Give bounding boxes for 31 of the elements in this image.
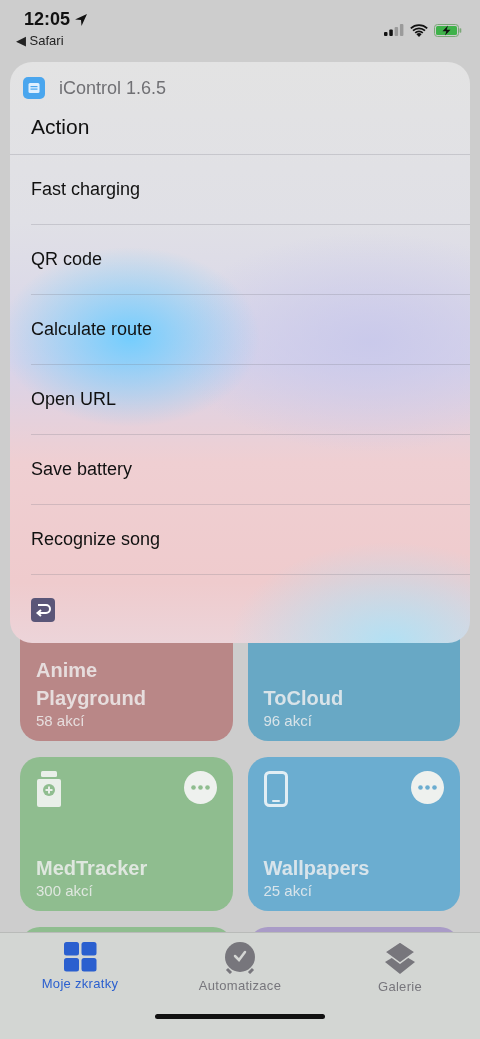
action-count: 300 akcí	[36, 882, 94, 899]
shortcut-name: ToCloud	[263, 686, 345, 711]
action-count: 25 akcí	[263, 882, 313, 899]
app-name: iControl 1.6.5	[59, 77, 167, 99]
status-time: 12:05	[24, 9, 71, 30]
tab[interactable]: Moje zkratky	[0, 942, 160, 994]
menu-item[interactable]: Calculate route	[31, 295, 470, 365]
shortcut-name: MedTracker	[36, 856, 149, 881]
back-to-app-link[interactable]: ◀ Safari	[16, 33, 89, 48]
app-icon	[23, 77, 45, 99]
more-options-icon[interactable]	[183, 771, 217, 804]
signal-icon	[384, 24, 404, 36]
medicine-bottle-icon	[36, 771, 62, 807]
location-arrow-icon	[74, 12, 89, 27]
menu-item[interactable]: Fast charging	[31, 155, 470, 225]
more-options-icon[interactable]	[411, 771, 444, 804]
action-count: 58 akcí	[36, 712, 86, 729]
menu-title: Action	[10, 99, 470, 155]
shortcut-name: Wallpapers	[263, 856, 371, 881]
shortcut-name: Anime Playground	[36, 658, 147, 711]
wifi-icon	[410, 23, 428, 37]
action-count: 96 akcí	[263, 712, 313, 729]
menu-item[interactable]: Recognize song	[31, 505, 470, 575]
menu-item[interactable]: Save battery	[31, 435, 470, 505]
menu-item[interactable]: QR code	[31, 225, 470, 295]
clock-check-icon	[224, 942, 256, 974]
battery-charging-icon	[434, 23, 462, 37]
menu-item[interactable]: Open URL	[31, 365, 470, 435]
smartphone-icon	[263, 771, 288, 807]
grid-icon	[63, 942, 97, 972]
layers-icon	[384, 942, 416, 975]
